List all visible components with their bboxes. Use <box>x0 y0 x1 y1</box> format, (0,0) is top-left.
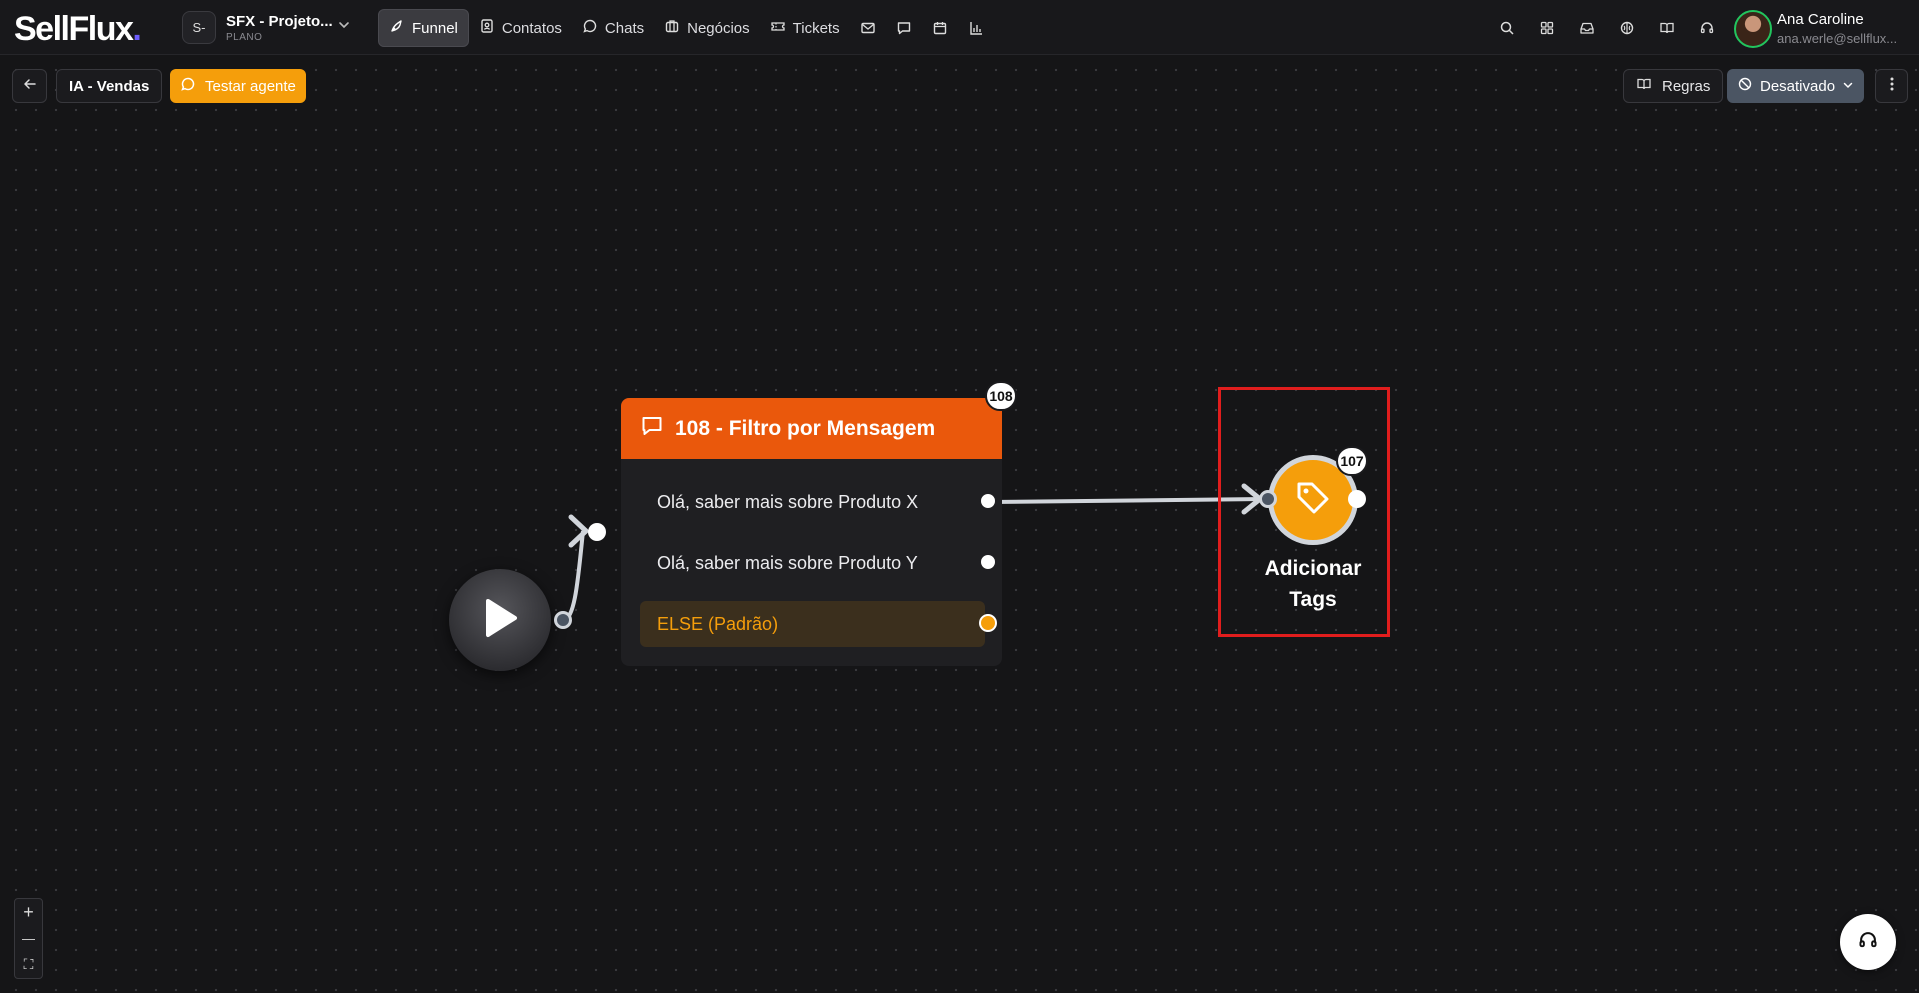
filter-option-2-handle[interactable] <box>979 553 997 571</box>
start-node-output-handle[interactable] <box>554 611 572 629</box>
filter-node-header[interactable]: 108 - Filtro por Mensagem <box>621 398 1002 459</box>
filter-option-1[interactable]: Olá, saber mais sobre Produto X <box>640 479 985 525</box>
start-node[interactable] <box>449 569 551 671</box>
message-square-icon <box>640 414 664 444</box>
filter-node-title: 108 - Filtro por Mensagem <box>675 416 936 440</box>
support-chat-button[interactable] <box>1840 914 1896 970</box>
selection-highlight <box>1218 387 1390 637</box>
zoom-out-button[interactable]: — <box>15 925 42 951</box>
message-filter-node[interactable]: 108 - Filtro por Mensagem 108 Olá, saber… <box>621 381 1017 666</box>
filter-option-2[interactable]: Olá, saber mais sobre Produto Y <box>640 540 985 586</box>
filter-node-badge: 108 <box>985 381 1017 411</box>
play-icon <box>480 596 520 645</box>
filter-option-1-handle[interactable] <box>979 492 997 510</box>
filter-input-handle[interactable] <box>588 523 606 541</box>
zoom-controls: + — ⛶ <box>14 898 43 979</box>
zoom-in-button[interactable]: + <box>15 899 42 925</box>
filter-option-else[interactable]: ELSE (Padrão) <box>640 601 985 647</box>
fit-view-button[interactable]: ⛶ <box>15 952 42 978</box>
headset-icon <box>1857 929 1879 956</box>
filter-option-else-handle[interactable] <box>979 614 997 632</box>
